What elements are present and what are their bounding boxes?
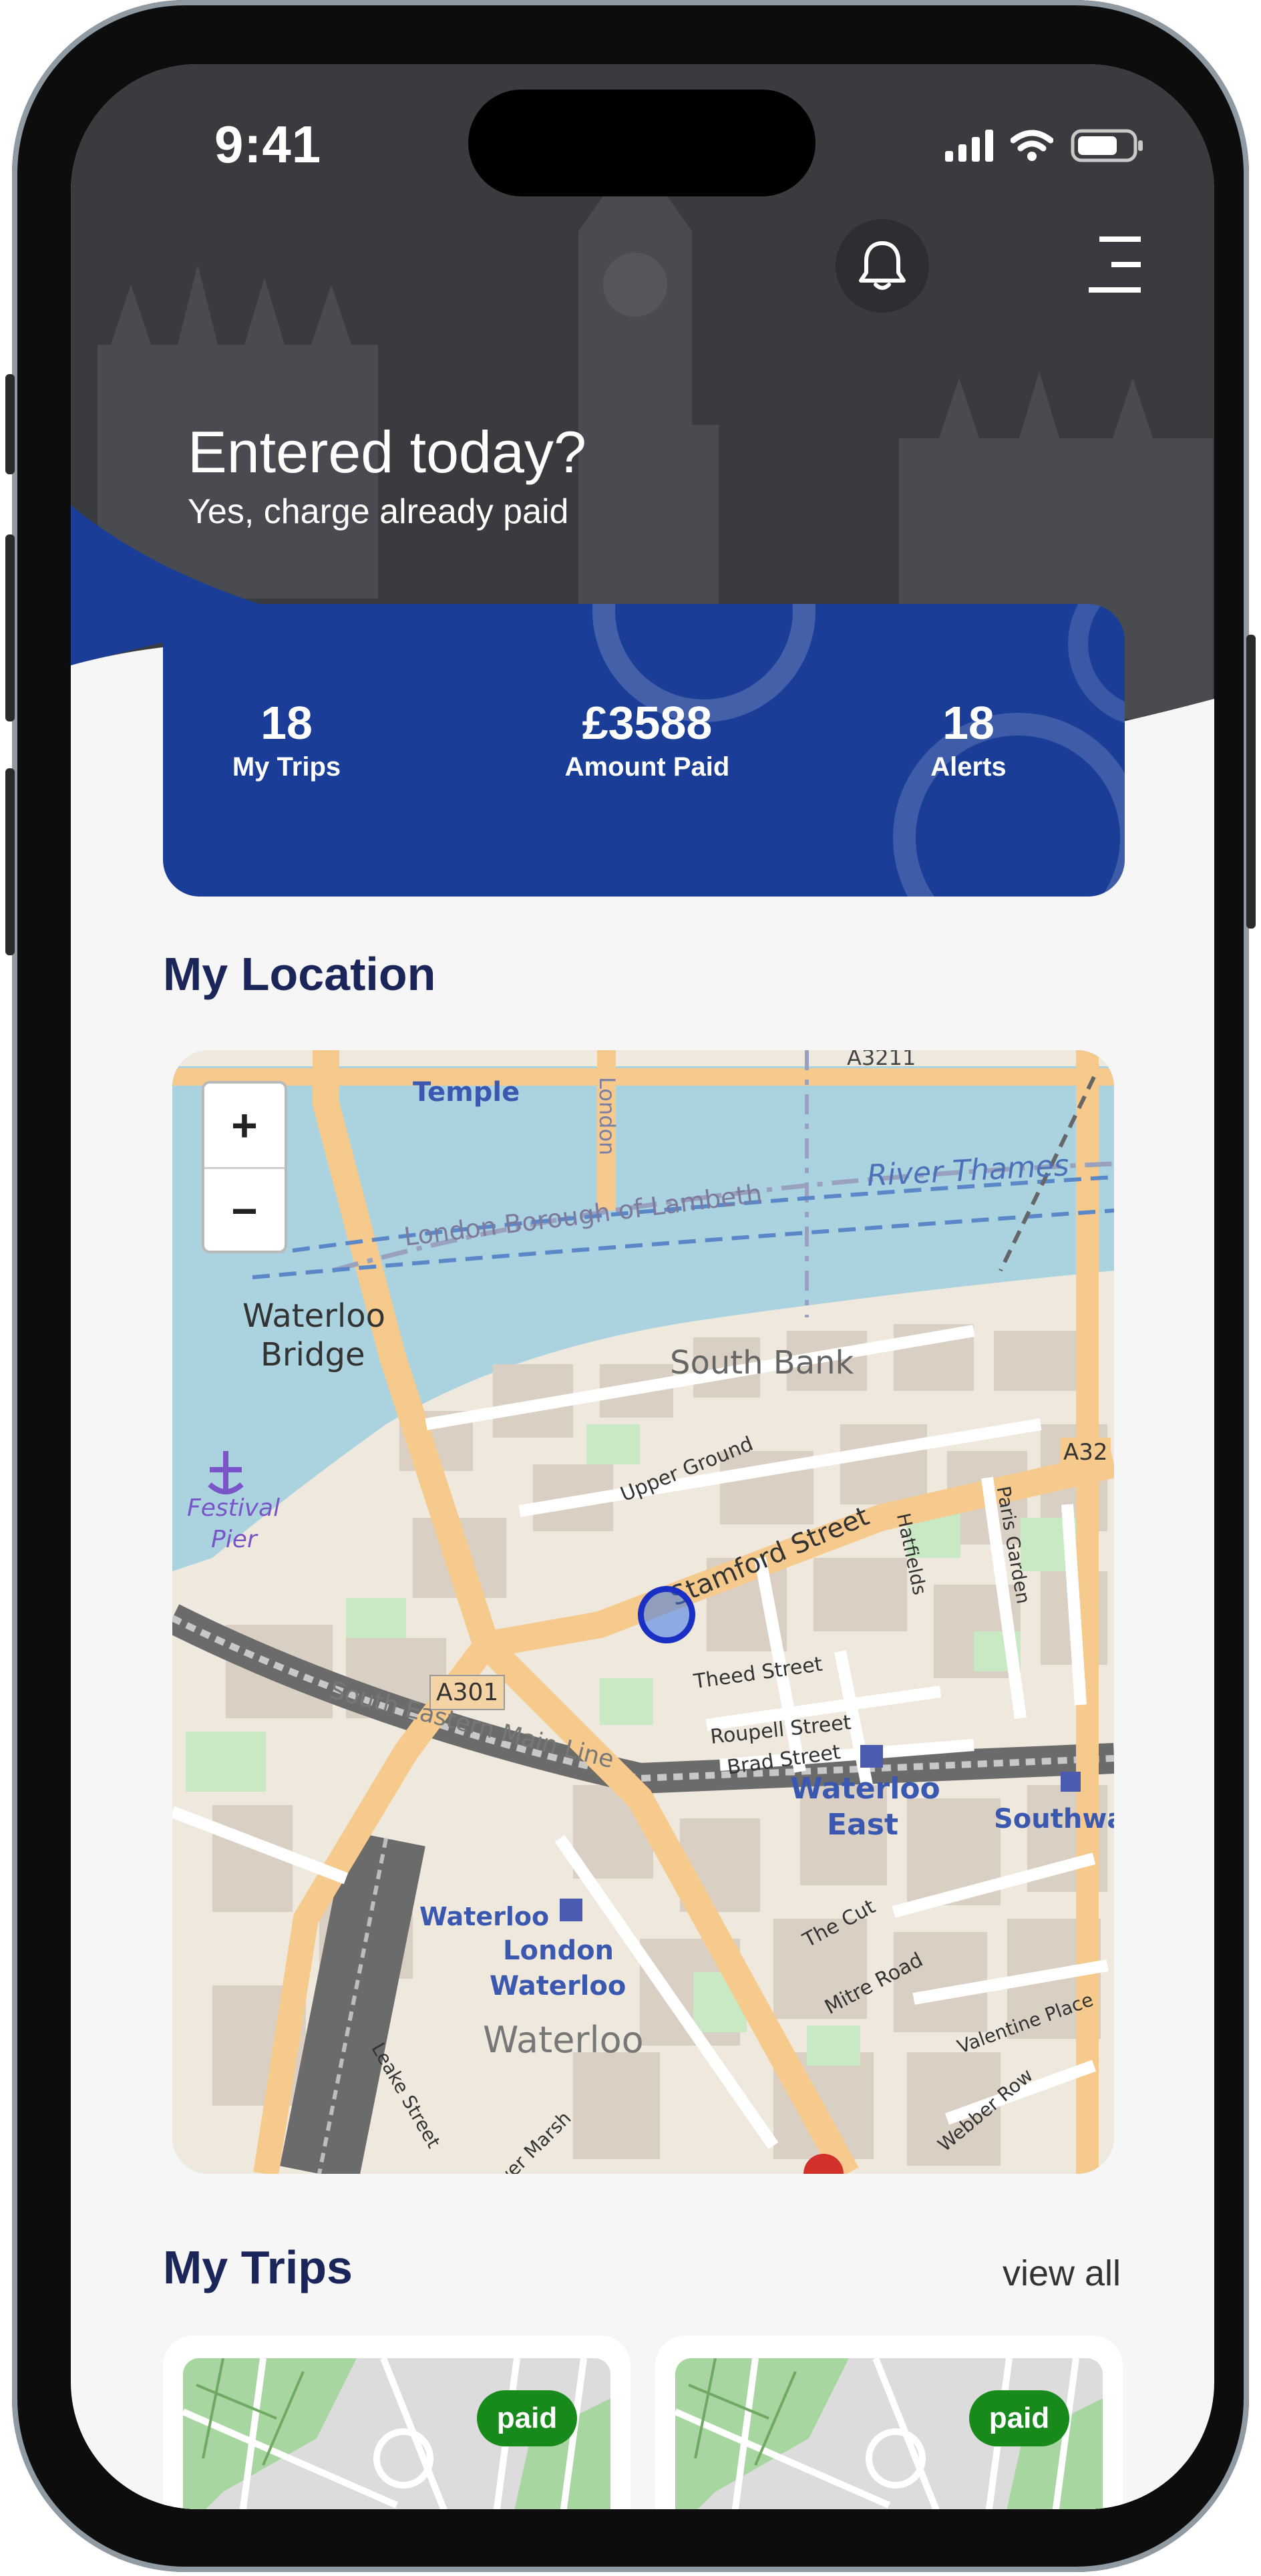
stat-alerts[interactable]: 18 Alerts	[848, 696, 1089, 782]
map-label: East	[827, 1808, 898, 1842]
map-label: A3211	[847, 1050, 916, 1070]
map-label: Waterloo	[490, 1971, 626, 2001]
wifi-icon	[1011, 130, 1053, 161]
power-button	[1246, 635, 1256, 929]
menu-icon	[1089, 236, 1141, 293]
map-label: Southwa	[994, 1804, 1114, 1834]
stats-card: 18 My Trips £3588 Amount Paid 18 Alerts	[163, 604, 1125, 897]
map-zoom-control: + −	[202, 1081, 287, 1253]
trip-card[interactable]: paid	[163, 2336, 630, 2509]
hero-title: Entered today?	[188, 419, 586, 485]
map-label: London	[594, 1077, 620, 1156]
volume-up-button	[5, 534, 15, 721]
app-screen: 9:41 Entered today? Yes, charge already …	[71, 64, 1214, 2509]
status-icons	[945, 126, 1144, 166]
stat-amount-paid[interactable]: £3588 Amount Paid	[527, 696, 767, 782]
stat-value: 18	[260, 697, 313, 749]
my-location-title: My Location	[163, 948, 436, 1000]
status-time: 9:41	[214, 115, 322, 174]
map-label: Temple	[413, 1077, 520, 1108]
map-label: Pier	[211, 1526, 257, 1553]
location-map[interactable]: Temple A3211 London River Thames London …	[172, 1050, 1114, 2174]
paid-badge: paid	[477, 2390, 577, 2446]
menu-button[interactable]	[1079, 234, 1143, 297]
map-label: Festival	[187, 1494, 281, 1522]
battery-icon	[1071, 129, 1143, 162]
map-label: South Bank	[670, 1344, 854, 1382]
paid-badge: paid	[969, 2390, 1069, 2446]
stat-label: Alerts	[930, 752, 1007, 782]
stat-value: £3588	[582, 697, 713, 749]
stat-label: My Trips	[232, 752, 341, 782]
map-label: Bridge	[260, 1336, 365, 1374]
hero-subtitle: Yes, charge already paid	[188, 492, 569, 531]
dynamic-island	[468, 90, 816, 196]
zoom-out-button[interactable]: −	[204, 1169, 285, 1253]
volume-down-button	[5, 768, 15, 955]
map-label: A32	[1061, 1438, 1111, 1467]
my-trips-title: My Trips	[163, 2241, 353, 2293]
bell-icon	[859, 241, 906, 290]
trip-map-thumbnail: paid	[675, 2358, 1103, 2509]
trip-map-thumbnail: paid	[183, 2358, 610, 2509]
stat-label: Amount Paid	[564, 752, 730, 782]
location-marker-icon	[638, 1586, 695, 1643]
zoom-in-button[interactable]: +	[204, 1084, 285, 1169]
phone-frame: 9:41 Entered today? Yes, charge already …	[5, 0, 1256, 2572]
map-label: London	[503, 1935, 614, 1966]
stat-value: 18	[942, 697, 995, 749]
notifications-button[interactable]	[836, 219, 929, 313]
stat-my-trips[interactable]: 18 My Trips	[166, 696, 407, 782]
map-label: Waterloo	[483, 2019, 644, 2061]
view-all-link[interactable]: view all	[1003, 2253, 1121, 2294]
trip-card[interactable]: paid	[655, 2336, 1123, 2509]
map-label: Waterloo	[242, 1297, 385, 1335]
signal-icon	[945, 130, 993, 162]
map-label: Waterloo	[790, 1772, 940, 1806]
map-label: Waterloo	[419, 1902, 550, 1931]
mute-switch	[5, 374, 15, 474]
